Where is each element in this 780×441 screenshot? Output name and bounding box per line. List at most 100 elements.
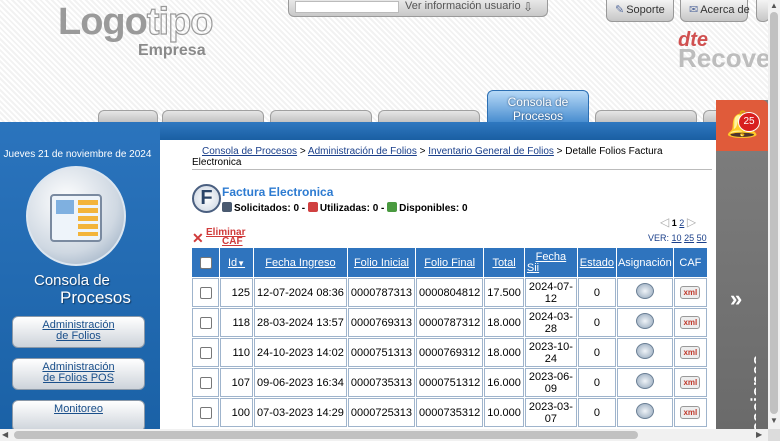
- assign-icon[interactable]: [635, 283, 654, 299]
- page-size-option[interactable]: 50: [697, 233, 707, 243]
- sort-down-icon[interactable]: ▼: [237, 259, 245, 268]
- col-fecha-ingreso[interactable]: Fecha Ingreso: [254, 248, 347, 277]
- col-folio-final[interactable]: Folio Final: [416, 248, 484, 277]
- cell-fecha-ingreso: 09-06-2023 16:34: [254, 368, 347, 397]
- col-estado[interactable]: Estado: [577, 248, 616, 277]
- cell-id: 100: [220, 398, 253, 427]
- chevron-right-icon[interactable]: »: [730, 286, 742, 312]
- horizontal-scrollbar-thumb[interactable]: [14, 431, 638, 439]
- cell-total: 16.000: [484, 368, 524, 397]
- col-fecha-sii[interactable]: Fecha Sii: [524, 248, 577, 277]
- table-row: 100 07-03-2023 14:29 0000725313 00007353…: [192, 398, 707, 427]
- col-id[interactable]: Id▼: [220, 248, 253, 277]
- sidebar-item-administracion-folios-pos[interactable]: Administración de Folios POS: [12, 358, 145, 390]
- cell-folio-final: 0000735312: [416, 398, 484, 427]
- user-info-label[interactable]: Ver información usuario: [405, 0, 521, 12]
- col-id-label: Id: [227, 256, 238, 269]
- col-total[interactable]: Total: [484, 248, 524, 277]
- xml-download-icon[interactable]: xml: [680, 346, 701, 359]
- envelope-icon: ✉: [689, 4, 699, 16]
- delete-caf-button[interactable]: ✕ Eliminar CAF: [192, 228, 252, 248]
- vertical-scrollbar-thumb[interactable]: [770, 12, 778, 414]
- calculator-icon: [50, 194, 102, 242]
- scroll-up-arrow-icon[interactable]: ▲: [770, 1, 778, 10]
- cell-id: 110: [220, 338, 253, 367]
- xml-download-icon[interactable]: xml: [680, 316, 701, 329]
- arrow-down-icon[interactable]: ⇩: [523, 0, 533, 14]
- cell-caf: xml: [673, 308, 707, 337]
- page-link[interactable]: 2: [679, 218, 684, 228]
- sidebar-item-administracion-folios[interactable]: Administración de Folios: [12, 316, 145, 348]
- table-row: 125 12-07-2024 08:36 0000787313 00008048…: [192, 278, 707, 307]
- cell-folio-final: 0000787312: [416, 308, 484, 337]
- cell-fecha-sii: 2023-06-09: [524, 368, 577, 397]
- breadcrumb-divider: [192, 169, 712, 170]
- utilizadas-icon: [307, 202, 318, 212]
- cell-estado: 0: [577, 338, 616, 367]
- row-checkbox[interactable]: [199, 346, 212, 359]
- cell-id: 107: [220, 368, 253, 397]
- cell-folio-inicial: 0000735313: [347, 368, 416, 397]
- xml-download-icon[interactable]: xml: [680, 376, 701, 389]
- assign-icon[interactable]: [635, 373, 654, 389]
- table-row: 107 09-06-2023 16:34 0000735313 00007513…: [192, 368, 707, 397]
- cell-asignacion: [616, 368, 673, 397]
- cell-estado: 0: [577, 368, 616, 397]
- sidebar-item-monitoreo[interactable]: Monitoreo: [12, 400, 145, 432]
- cell-fecha-ingreso: 07-03-2023 14:29: [254, 398, 347, 427]
- row-checkbox[interactable]: [199, 376, 212, 389]
- row-checkbox[interactable]: [199, 286, 212, 299]
- cell-total: 18.000: [484, 308, 524, 337]
- nav-tab-consola-procesos[interactable]: Consola de Procesos: [487, 90, 589, 125]
- row-checkbox[interactable]: [199, 406, 212, 419]
- notifications-label-text: caciones: [748, 354, 756, 432]
- page-header: Logotipo Empresa Ver información usuario…: [0, 0, 768, 125]
- breadcrumb-separator: >: [299, 146, 306, 157]
- page-size-option[interactable]: 10: [672, 233, 682, 243]
- breadcrumb: Consola de Procesos > Administración de …: [192, 146, 712, 168]
- scroll-down-arrow-icon[interactable]: ▼: [770, 416, 778, 425]
- breadcrumb-consola-procesos[interactable]: Consola de Procesos: [202, 146, 297, 157]
- user-info-bar[interactable]: Ver información usuario ⇩: [288, 0, 548, 17]
- extra-top-button[interactable]: [756, 0, 768, 22]
- next-page-icon[interactable]: ▷: [687, 215, 696, 229]
- support-label: Soporte: [626, 4, 665, 16]
- table-row: 110 24-10-2023 14:02 0000751313 00007693…: [192, 338, 707, 367]
- col-folio-inicial[interactable]: Folio Inicial: [347, 248, 416, 277]
- col-fecha-sii-label-2: Sii: [526, 261, 540, 274]
- document-type-icon: F: [192, 184, 221, 213]
- row-checkbox[interactable]: [199, 316, 212, 329]
- col-fecha-sii-label-1: Fecha: [535, 250, 567, 263]
- cell-fecha-sii: 2024-03-28: [524, 308, 577, 337]
- support-button[interactable]: ✎ Soporte: [606, 0, 674, 22]
- select-all-header[interactable]: [192, 248, 219, 277]
- scroll-right-arrow-icon[interactable]: ▶: [756, 430, 762, 439]
- company-logo[interactable]: Logotipo Empresa: [58, 1, 214, 60]
- cell-id: 118: [220, 308, 253, 337]
- table-header-row: Id▼ Fecha Ingreso Folio Inicial Folio Fi…: [192, 248, 707, 277]
- page-size-option[interactable]: 25: [684, 233, 694, 243]
- about-button[interactable]: ✉ Acerca de: [680, 0, 750, 22]
- xml-download-icon[interactable]: xml: [680, 406, 701, 419]
- active-tab-line1: Consola de: [507, 95, 569, 109]
- scroll-left-arrow-icon[interactable]: ◀: [2, 430, 8, 439]
- assign-icon[interactable]: [635, 343, 654, 359]
- page-size-label: VER:: [648, 233, 670, 243]
- assign-icon[interactable]: [635, 313, 654, 329]
- prev-page-icon[interactable]: ◁: [660, 215, 669, 229]
- cell-folio-inicial: 0000751313: [347, 338, 416, 367]
- cell-caf: xml: [673, 368, 707, 397]
- assign-icon[interactable]: [635, 403, 654, 419]
- cell-folio-inicial: 0000725313: [347, 398, 416, 427]
- breadcrumb-administracion-folios[interactable]: Administración de Folios: [308, 146, 417, 157]
- breadcrumb-separator: >: [556, 146, 563, 157]
- folios-table: Id▼ Fecha Ingreso Folio Inicial Folio Fi…: [191, 247, 708, 428]
- cell-folio-inicial: 0000787313: [347, 278, 416, 307]
- select-all-checkbox[interactable]: [199, 256, 212, 269]
- breadcrumb-inventario-folios[interactable]: Inventario General de Folios: [428, 146, 554, 157]
- cell-caf: xml: [673, 338, 707, 367]
- folios-table-body: 125 12-07-2024 08:36 0000787313 00008048…: [192, 278, 707, 427]
- sidebar-item-label: Monitoreo: [54, 403, 103, 415]
- xml-download-icon[interactable]: xml: [680, 286, 701, 299]
- disponibles-icon: [387, 202, 398, 212]
